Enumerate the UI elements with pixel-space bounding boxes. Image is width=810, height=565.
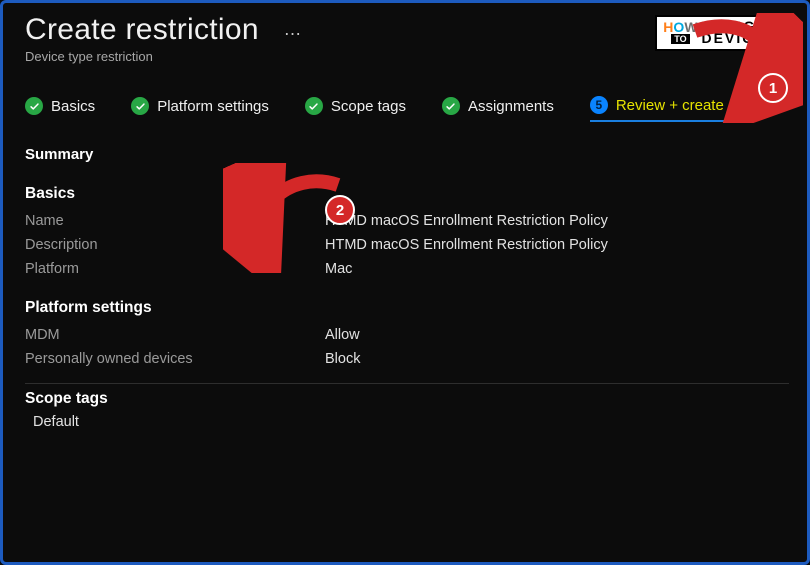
- tab-label: Platform settings: [157, 98, 269, 115]
- check-icon: [305, 97, 323, 115]
- logo-line2: DEVICES: [702, 33, 777, 45]
- section-basics-rows: Name HTMD macOS Enrollment Restriction P…: [25, 213, 789, 277]
- page-root: Create restriction … Device type restric…: [0, 0, 810, 565]
- page-subtitle: Device type restriction: [25, 49, 303, 64]
- tab-assignments[interactable]: Assignments: [442, 97, 554, 121]
- wizard-tabs: Basics Platform settings Scope tags Assi…: [25, 96, 789, 122]
- tab-review-create[interactable]: 5 Review + create: [590, 96, 724, 122]
- row-key: MDM: [25, 327, 325, 343]
- tab-label: Scope tags: [331, 98, 406, 115]
- current-step-icon: 5: [590, 96, 608, 114]
- more-icon[interactable]: …: [283, 19, 303, 39]
- row-value: Allow: [325, 327, 789, 343]
- page-title: Create restriction …: [25, 13, 303, 47]
- row-key: Description: [25, 237, 325, 253]
- logo-to: TO: [671, 34, 689, 44]
- section-platform-title: Platform settings: [25, 299, 789, 317]
- logo-how: HOW: [663, 22, 697, 33]
- logo-text: MANAGE DEVICES: [702, 21, 777, 45]
- tab-scope-tags[interactable]: Scope tags: [305, 97, 406, 121]
- tab-label: Assignments: [468, 98, 554, 115]
- section-basics-title: Basics: [25, 185, 789, 203]
- section-platform-rows: MDM Allow Personally owned devices Block: [25, 327, 789, 367]
- section-scope-title: Scope tags: [25, 390, 789, 408]
- check-icon: [131, 97, 149, 115]
- row-key: Personally owned devices: [25, 351, 325, 367]
- brand-logo: HOW TO MANAGE DEVICES: [655, 15, 785, 51]
- tab-label: Basics: [51, 98, 95, 115]
- tab-basics[interactable]: Basics: [25, 97, 95, 121]
- row-value: HTMD macOS Enrollment Restriction Policy: [325, 237, 789, 253]
- row-key: Platform: [25, 261, 325, 277]
- scope-tag-value: Default: [33, 414, 789, 430]
- title-block: Create restriction … Device type restric…: [25, 13, 303, 64]
- check-icon: [442, 97, 460, 115]
- divider: [25, 383, 789, 384]
- row-key: Name: [25, 213, 325, 229]
- row-value: HTMD macOS Enrollment Restriction Policy: [325, 213, 789, 229]
- tab-platform-settings[interactable]: Platform settings: [131, 97, 269, 121]
- row-value: Block: [325, 351, 789, 367]
- header: Create restriction … Device type restric…: [25, 13, 789, 64]
- check-icon: [25, 97, 43, 115]
- row-value: Mac: [325, 261, 789, 277]
- summary-heading: Summary: [25, 146, 789, 163]
- tab-label: Review + create: [616, 97, 724, 114]
- page-title-text: Create restriction: [25, 13, 259, 46]
